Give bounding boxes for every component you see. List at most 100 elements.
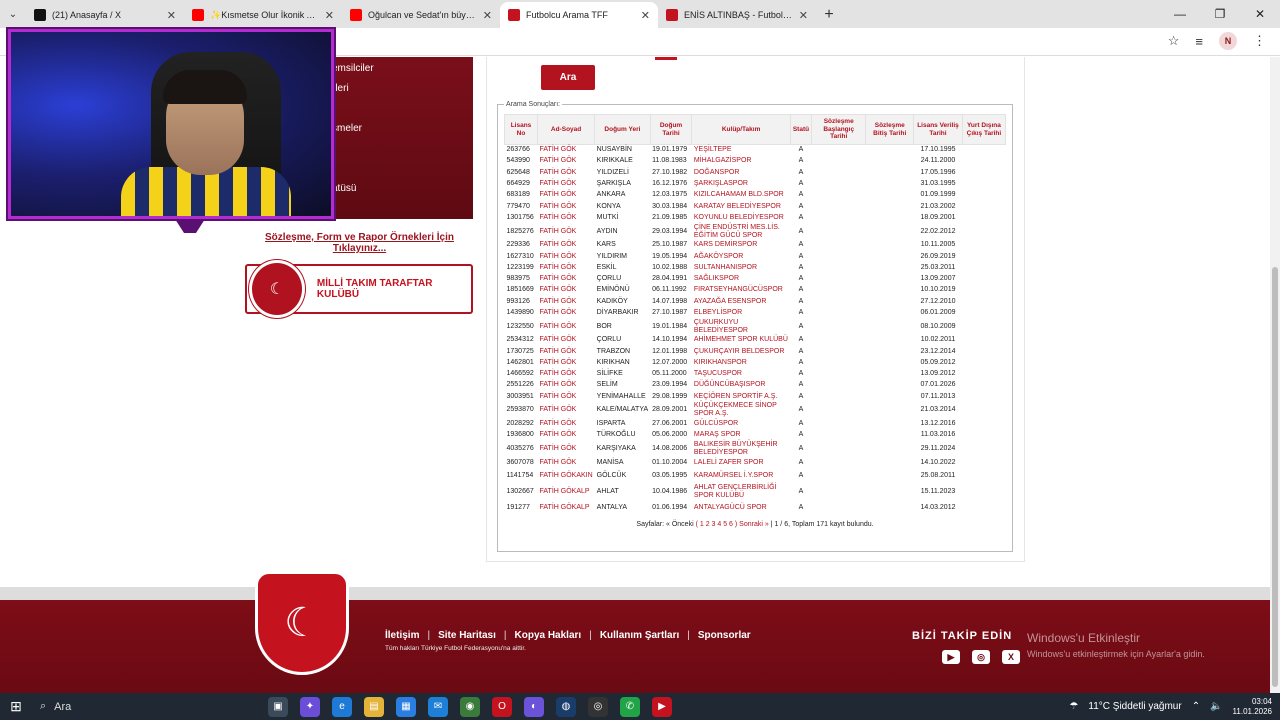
player-name[interactable]: FATİH GÖK	[538, 418, 595, 429]
table-row[interactable]: 1462801 FATİH GÖK KIRIKHAN 12.07.2000 KIRIKH…	[505, 357, 1006, 368]
table-row[interactable]: 1730725 FATİH GÖK TRABZON 12.01.1998 ÇUKURÇA…	[505, 346, 1006, 357]
tff-federation-logo-icon[interactable]: ☾	[255, 571, 349, 675]
table-row[interactable]: 1466592 FATİH GÖK SİLİFKE 05.11.2000 TAŞUCUS…	[505, 369, 1006, 380]
tab-close-icon[interactable]: ✕	[483, 9, 492, 22]
volume-icon[interactable]: 🔈	[1210, 701, 1222, 712]
player-name[interactable]: FATİH GÖK	[538, 402, 595, 418]
player-name[interactable]: FATİH GÖK	[538, 357, 595, 368]
club[interactable]: FIRATSEYHANGÜCÜSPOR	[692, 285, 790, 296]
club[interactable]: ŞARKIŞLASPOR	[692, 178, 790, 189]
club[interactable]: KIRIKHANSPOR	[692, 357, 790, 368]
player-name[interactable]: FATİH GÖK	[538, 167, 595, 178]
menu-item[interactable]: atüsü	[332, 183, 356, 194]
table-row[interactable]: 543990 FATİH GÖK KIRIKKALE 11.08.1983 MİHALG…	[505, 156, 1006, 167]
column-header[interactable]: Sözleşme Bitiş Tarihi	[865, 114, 915, 145]
club[interactable]: ELBEYLİSPOR	[692, 307, 790, 318]
player-name[interactable]: FATİH GÖK	[538, 224, 595, 240]
player-name[interactable]: FATİH GÖK	[538, 145, 595, 156]
tab-close-icon[interactable]: ✕	[167, 9, 176, 22]
column-header[interactable]: Doğum Tarihi	[649, 114, 693, 145]
player-name[interactable]: FATİH GÖK	[538, 212, 595, 223]
browser-tab[interactable]: Futbolcu Arama TFF ✕	[500, 2, 658, 28]
club[interactable]: KÜÇÜKÇEKMECE SİNOP SPOR A.Ş.	[692, 402, 790, 418]
table-row[interactable]: 3003951 FATİH GÖK YENİMAHALLE 29.08.1999 KEÇ…	[505, 391, 1006, 402]
player-name[interactable]: FATİH GÖK	[538, 319, 595, 335]
footer-link-terms[interactable]: Kullanım Şartları	[600, 630, 679, 641]
footer-link-sponsors[interactable]: Sponsorlar	[698, 630, 751, 641]
player-name[interactable]: FATİH GÖK	[538, 380, 595, 391]
player-name[interactable]: FATİH GÖK	[538, 335, 595, 346]
weather-text[interactable]: 11°C Şiddetli yağmur	[1088, 701, 1181, 712]
club[interactable]: KOYUNLU BELEDİYESPOR	[692, 212, 790, 223]
club[interactable]: SAĞLIKSPOR	[692, 273, 790, 284]
club[interactable]: YEŞİLTEPE	[692, 145, 790, 156]
club[interactable]: MARAŞ SPOR	[692, 430, 790, 441]
player-name[interactable]: FATİH GÖK	[538, 430, 595, 441]
table-row[interactable]: 1825276 FATİH GÖK AYDIN 29.03.1994 ÇİNE ENDÜ…	[505, 224, 1006, 240]
menu-item[interactable]: emsilciler	[332, 63, 374, 74]
table-row[interactable]: 2593870 FATİH GÖK KALE/MALATYA 28.09.2001 KÜ…	[505, 402, 1006, 418]
table-row[interactable]: 1439890 FATİH GÖK DİYARBAKIR 27.10.1987 ELBE…	[505, 307, 1006, 318]
instagram-icon[interactable]: ◎	[972, 650, 990, 664]
media-control-icon[interactable]: ≡	[1195, 34, 1203, 49]
club[interactable]: KARATAY BELEDİYESPOR	[692, 201, 790, 212]
player-name[interactable]: FATİH GÖK	[538, 273, 595, 284]
column-header[interactable]: Ad-Soyad	[537, 114, 596, 145]
club[interactable]: ANTALYAGÜCÜ SPOR	[692, 500, 790, 516]
tray-chevron-icon[interactable]: ⌃	[1192, 701, 1200, 712]
club[interactable]: GÜLCÜSPOR	[692, 418, 790, 429]
search-button[interactable]: Ara	[541, 65, 595, 90]
table-row[interactable]: 1301756 FATİH GÖK MUTKİ 21.09.1985 KOYUNLU B…	[505, 212, 1006, 223]
browser-tab[interactable]: ENİS ALTINBAŞ - Futbolcu Bilgi ✕	[658, 2, 816, 28]
table-row[interactable]: 1627310 FATİH GÖK YILDIRIM 19.05.1994 AĞAKÖY…	[505, 251, 1006, 262]
table-row[interactable]: 229336 FATİH GÖK KARS 25.10.1987 KARS DEMİRS…	[505, 240, 1006, 251]
table-row[interactable]: 779470 FATİH GÖK KONYA 30.03.1984 KARATAY BE…	[505, 201, 1006, 212]
club[interactable]: AHLAT GENÇLERBİRLİĞİ SPOR KULÜBÜ	[692, 484, 790, 500]
table-row[interactable]: 3607078 FATİH GÖK MANİSA 01.10.2004 LALELİ Z…	[505, 457, 1006, 468]
tab-search-icon[interactable]: ⌄	[0, 0, 26, 28]
player-name[interactable]: FATİH GÖK	[538, 240, 595, 251]
club[interactable]: ÇİNE ENDÜSTRİ MES.LİS. EĞİTİM GÜCÜ SPOR	[692, 224, 790, 240]
table-row[interactable]: 1302667 FATİH GÖKALP AHLAT 10.04.1986 AHLAT …	[505, 484, 1006, 500]
club[interactable]: ÇUKURÇAYIR BELDESPOR	[692, 346, 790, 357]
steam-icon[interactable]: ◍	[556, 696, 576, 717]
menu-item[interactable]: şmeler	[332, 123, 362, 134]
club[interactable]: KARAMÜRSEL İ.Y.SPOR	[692, 468, 790, 484]
menu-item[interactable]: rleri	[332, 83, 349, 94]
footer-link-sitemap[interactable]: Site Haritası	[438, 630, 496, 641]
column-header[interactable]: Kulüp/Takım	[691, 114, 791, 145]
obs-icon[interactable]: ◎	[588, 696, 608, 717]
player-name[interactable]: FATİH GÖK	[538, 285, 595, 296]
clock[interactable]: 03:04 11.01.2026	[1233, 697, 1272, 717]
pager-pages[interactable]: ( 1 2 3 4 5 6 )	[696, 521, 738, 528]
bookmark-star-icon[interactable]: ☆	[1168, 33, 1180, 49]
table-row[interactable]: 4035276 FATİH GÖK KARŞIYAKA 14.08.2006 BALIK…	[505, 441, 1006, 457]
file-explorer-icon[interactable]: ▤	[364, 696, 384, 717]
club[interactable]: AYAZAĞA ESENSPOR	[692, 296, 790, 307]
club[interactable]: DÜĞÜNCÜBAŞISPOR	[692, 380, 790, 391]
browser-tab[interactable]: Oğulcan ve Sedat'ın büyük kav ✕	[342, 2, 500, 28]
column-header[interactable]: Yurt Dışına Çıkış Tarihi	[961, 114, 1007, 145]
task-view-icon[interactable]: ▣	[268, 696, 288, 717]
table-row[interactable]: 263766 FATİH GÖK NUSAYBİN 19.01.1979 YEŞİLTE…	[505, 145, 1006, 156]
whatsapp-icon[interactable]: ✆	[620, 696, 640, 717]
club[interactable]: KARS DEMİRSPOR	[692, 240, 790, 251]
club[interactable]: SULTANHANISPOR	[692, 262, 790, 273]
discord-icon[interactable]: ◐	[524, 696, 544, 717]
column-header[interactable]: Lisans Veriliş Tarihi	[913, 114, 963, 145]
player-name[interactable]: FATİH GÖK	[538, 296, 595, 307]
table-row[interactable]: 993126 FATİH GÖK KADIKÖY 14.07.1998 AYAZAĞA …	[505, 296, 1006, 307]
tab-close-icon[interactable]: ✕	[325, 9, 334, 22]
table-row[interactable]: 1141754 FATİH GÖKAKIN GÖLCÜK 03.05.1995 KARA…	[505, 468, 1006, 484]
footer-link-copyright[interactable]: Kopya Hakları	[515, 630, 582, 641]
player-name[interactable]: FATİH GÖK	[538, 251, 595, 262]
mail-icon[interactable]: ✉	[428, 696, 448, 717]
club[interactable]: DOĞANSPOR	[692, 167, 790, 178]
edge-icon[interactable]: e	[332, 696, 352, 717]
player-name[interactable]: FATİH GÖK	[538, 156, 595, 167]
club[interactable]: KIZILCAHAMAM BLD.SPOR	[692, 190, 790, 201]
player-name[interactable]: FATİH GÖK	[538, 441, 595, 457]
taskbar-search[interactable]: ⌕ Ara	[32, 693, 222, 720]
minimize-icon[interactable]: —	[1160, 0, 1200, 28]
player-name[interactable]: FATİH GÖKALP	[538, 484, 595, 500]
